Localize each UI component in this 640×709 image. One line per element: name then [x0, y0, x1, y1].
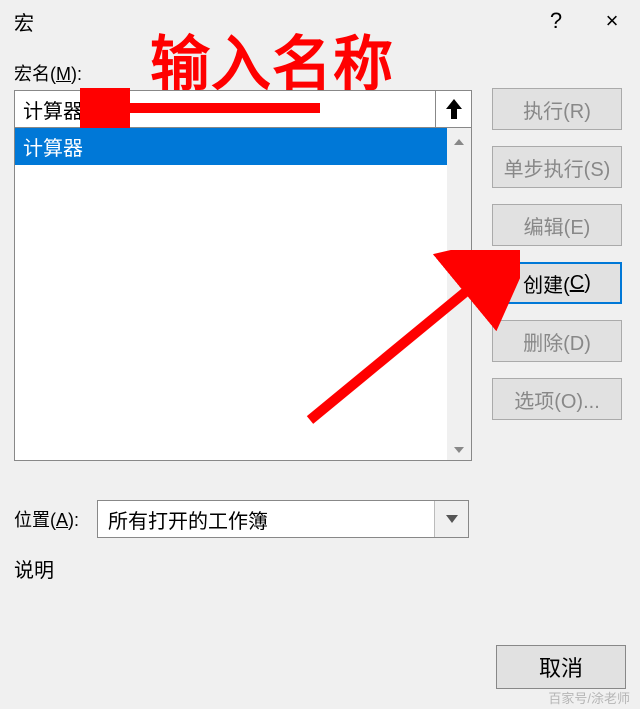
- description-label: 说明: [14, 554, 54, 583]
- side-button-column: 执行(R) 单步执行(S) 编辑(E) 创建(C) 删除(D) 选项(O)...: [492, 88, 622, 436]
- location-row: 位置(A): 所有打开的工作簿: [14, 500, 469, 538]
- scrollbar[interactable]: [447, 128, 471, 460]
- watermark: 百家号/涂老师: [548, 688, 630, 707]
- location-label: 位置(A):: [14, 506, 79, 532]
- arrow-up-icon: [444, 97, 464, 121]
- delete-button[interactable]: 删除(D): [492, 320, 622, 362]
- title-bar: 宏 ? ×: [0, 0, 640, 42]
- create-button[interactable]: 创建(C): [492, 262, 622, 304]
- edit-button[interactable]: 编辑(E): [492, 204, 622, 246]
- macro-name-row: [14, 90, 472, 128]
- macro-listbox[interactable]: 计算器: [14, 127, 472, 461]
- step-button[interactable]: 单步执行(S): [492, 146, 622, 188]
- chevron-down-icon[interactable]: [434, 501, 468, 537]
- macro-list-items: 计算器: [15, 128, 447, 460]
- list-item[interactable]: 计算器: [15, 128, 447, 165]
- scroll-down-icon[interactable]: [454, 436, 464, 460]
- scroll-up-icon[interactable]: [454, 128, 464, 152]
- cancel-button[interactable]: 取消: [496, 645, 626, 689]
- close-button[interactable]: ×: [584, 0, 640, 42]
- help-button[interactable]: ?: [528, 0, 584, 42]
- location-value: 所有打开的工作簿: [98, 505, 434, 534]
- dialog-title: 宏: [14, 7, 528, 36]
- options-button[interactable]: 选项(O)...: [492, 378, 622, 420]
- macro-name-input[interactable]: [14, 90, 436, 128]
- location-select[interactable]: 所有打开的工作簿: [97, 500, 469, 538]
- run-button[interactable]: 执行(R): [492, 88, 622, 130]
- macro-name-label: 宏名(M):: [14, 60, 626, 86]
- goto-macro-button[interactable]: [436, 90, 472, 128]
